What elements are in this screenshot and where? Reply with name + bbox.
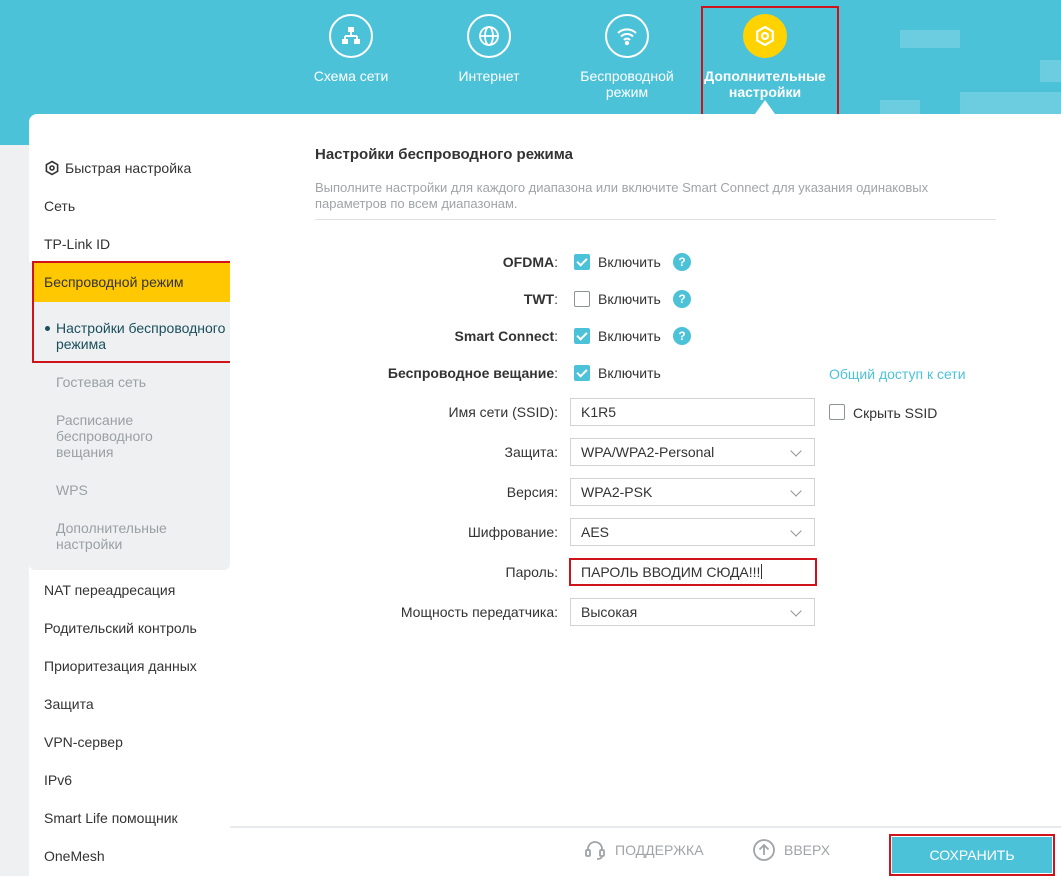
page-description: Выполните настройки для каждого диапазон…	[315, 180, 929, 211]
version-select[interactable]: WPA2-PSK	[570, 478, 815, 506]
sidebar-subitem-wps[interactable]: WPS	[56, 482, 226, 498]
tab-network-map[interactable]: Схема сети	[281, 14, 421, 84]
tab-label: Беспроводной режим	[580, 68, 674, 100]
broadcast-checkbox-label: Включить	[598, 365, 661, 381]
active-tab-pointer	[755, 100, 775, 114]
security-label: Защита:	[504, 444, 558, 460]
sidebar-item-ipv6[interactable]: IPv6	[29, 772, 230, 788]
sidebar-item-onemesh[interactable]: OneMesh	[29, 848, 230, 864]
sidebar-item-label: Быстрая настройка	[65, 160, 192, 176]
gear-icon	[44, 160, 60, 176]
sidebar-item-network[interactable]: Сеть	[29, 198, 230, 214]
sidebar-item-smartlife[interactable]: Smart Life помощник	[29, 810, 230, 826]
sidebar-item-quick-setup[interactable]: Быстрая настройка	[29, 160, 230, 176]
sidebar-subitem-schedule[interactable]: Расписание беспроводного вещания	[56, 412, 176, 460]
sidebar-subitem-advanced[interactable]: Дополнительные настройки	[56, 520, 186, 552]
sidebar-subitem-guest[interactable]: Гостевая сеть	[56, 374, 226, 390]
ssid-label: Имя сети (SSID):	[448, 404, 559, 420]
smart-connect-checkbox-label: Включить	[598, 328, 661, 344]
tab-label: Схема сети	[313, 68, 389, 84]
sidebar-item-tplink-id[interactable]: TP-Link ID	[29, 236, 230, 252]
wifi-icon	[605, 14, 649, 58]
hide-ssid-checkbox[interactable]	[829, 404, 845, 420]
tx-power-label: Мощность передатчика:	[400, 604, 558, 620]
hide-ssid-label: Скрыть SSID	[853, 405, 938, 421]
help-icon[interactable]: ?	[673, 290, 691, 308]
support-button[interactable]: ПОДДЕРЖКА	[585, 841, 704, 860]
password-label: Пароль:	[505, 564, 558, 580]
smart-connect-label: Smart Connect:	[454, 328, 558, 344]
encryption-select[interactable]: AES	[570, 518, 815, 546]
scroll-top-button[interactable]: ВВЕРХ	[753, 839, 831, 861]
security-select[interactable]: WPA/WPA2-Personal	[570, 438, 815, 466]
footer-bar: ПОДДЕРЖКА ВВЕРХ СОХРАНИТЬ	[230, 826, 1061, 876]
main-panel: Настройки беспроводного режима Выполните…	[230, 114, 1061, 826]
tab-label: Интернет	[458, 68, 520, 84]
twt-label: TWT:	[523, 291, 558, 307]
sidebar-item-security[interactable]: Защита	[29, 696, 230, 712]
sidebar-item-vpn[interactable]: VPN-сервер	[29, 734, 230, 750]
tx-power-select[interactable]: Высокая	[570, 598, 815, 626]
password-input[interactable]: ПАРОЛЬ ВВОДИМ СЮДА!!!	[569, 558, 817, 586]
twt-checkbox-label: Включить	[598, 291, 661, 307]
smart-connect-checkbox[interactable]	[574, 328, 590, 344]
network-map-icon	[329, 14, 373, 58]
twt-checkbox[interactable]	[574, 291, 590, 307]
sidebar-item-nat[interactable]: NAT переадресация	[29, 582, 230, 598]
support-label: ПОДДЕРЖКА	[615, 842, 704, 858]
sidebar-item-qos[interactable]: Приоритезация данных	[29, 658, 230, 674]
ofdma-checkbox-label: Включить	[598, 254, 661, 270]
network-sharing-link[interactable]: Общий доступ к сети	[829, 366, 966, 382]
highlight-box	[889, 834, 1055, 876]
ofdma-label: OFDMA:	[502, 254, 558, 270]
ofdma-checkbox[interactable]	[574, 254, 590, 270]
sidebar-item-parental[interactable]: Родительский контроль	[29, 620, 230, 636]
divider	[315, 219, 996, 220]
version-label: Версия:	[506, 484, 558, 500]
broadcast-label: Беспроводное вещание:	[387, 365, 558, 381]
broadcast-checkbox[interactable]	[574, 365, 590, 381]
encryption-label: Шифрование:	[467, 524, 558, 540]
help-icon[interactable]: ?	[673, 253, 691, 271]
text-caret	[761, 564, 763, 579]
sidebar: Быстрая настройка Сеть TP-Link ID Беспро…	[29, 114, 232, 876]
globe-icon	[467, 14, 511, 58]
tab-internet[interactable]: Интернет	[419, 14, 559, 84]
help-icon[interactable]: ?	[673, 327, 691, 345]
scroll-top-label: ВВЕРХ	[784, 842, 831, 858]
tab-wireless[interactable]: Беспроводной режим	[557, 14, 697, 100]
headset-icon	[585, 841, 605, 860]
highlight-box	[32, 261, 232, 363]
page-title: Настройки беспроводного режима	[315, 146, 573, 163]
password-value: ПАРОЛЬ ВВОДИМ СЮДА!!!	[581, 564, 761, 580]
ssid-input[interactable]: K1R5	[570, 398, 815, 426]
arrow-up-icon	[753, 839, 775, 861]
